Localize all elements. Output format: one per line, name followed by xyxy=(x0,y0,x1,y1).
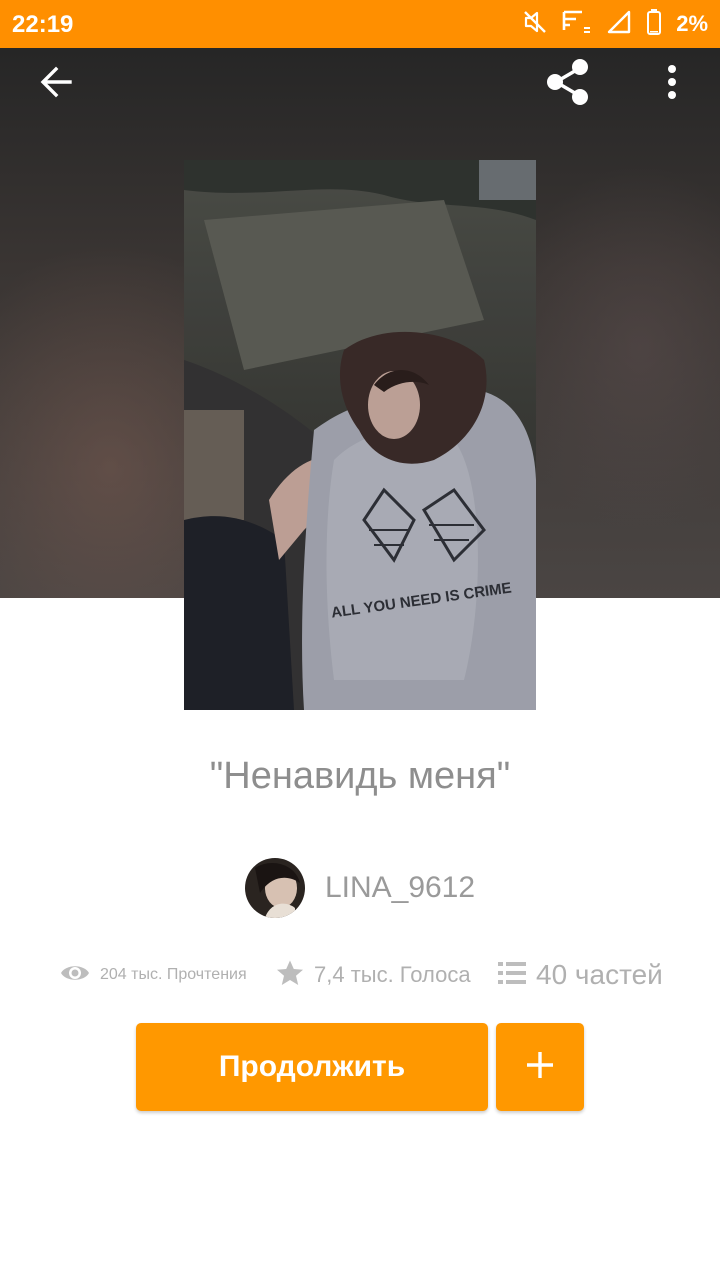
author-name[interactable]: LINA_9612 xyxy=(325,871,475,905)
author-row[interactable]: LINA_9612 xyxy=(0,858,720,918)
battery-percent: 2% xyxy=(676,11,708,36)
votes-count: 7,4 тыс. Голоса xyxy=(314,962,471,987)
votes-stat: 7,4 тыс. Голоса xyxy=(276,952,471,998)
status-time: 22:19 xyxy=(12,11,74,38)
parts-count: 40 частей xyxy=(536,959,663,990)
battery-icon xyxy=(646,8,662,41)
back-arrow-icon xyxy=(36,62,76,107)
parts-stat: 40 частей xyxy=(498,952,663,998)
status-bar: 22:19 2% xyxy=(0,0,720,48)
more-vert-icon xyxy=(666,64,678,105)
mute-icon xyxy=(522,9,548,40)
eye-icon xyxy=(60,962,90,989)
status-icons: 2% xyxy=(522,8,708,40)
list-icon xyxy=(498,961,526,990)
share-icon xyxy=(542,56,594,113)
reads-stat: 204 тыс. Прочтения xyxy=(60,952,247,998)
more-button[interactable] xyxy=(640,52,704,116)
add-to-library-button[interactable] xyxy=(496,1023,584,1111)
story-stats: 204 тыс. Прочтения 7,4 тыс. Голоса 40 ча… xyxy=(0,952,720,998)
continue-reading-button[interactable]: Продолжить xyxy=(136,1023,488,1111)
avatar[interactable] xyxy=(244,858,305,918)
story-cover[interactable]: ALL YOU NEED IS CRIME xyxy=(184,160,536,710)
reads-count: 204 тыс. Прочтения xyxy=(100,966,247,983)
signal-small-icon xyxy=(562,8,592,41)
story-title: "Ненавидь меня" xyxy=(209,755,511,797)
cellular-icon xyxy=(606,9,632,40)
back-button[interactable] xyxy=(24,52,88,116)
plus-icon xyxy=(525,1050,555,1085)
share-button[interactable] xyxy=(536,52,600,116)
continue-reading-label: Продолжить xyxy=(218,1050,406,1083)
star-icon xyxy=(276,959,304,992)
